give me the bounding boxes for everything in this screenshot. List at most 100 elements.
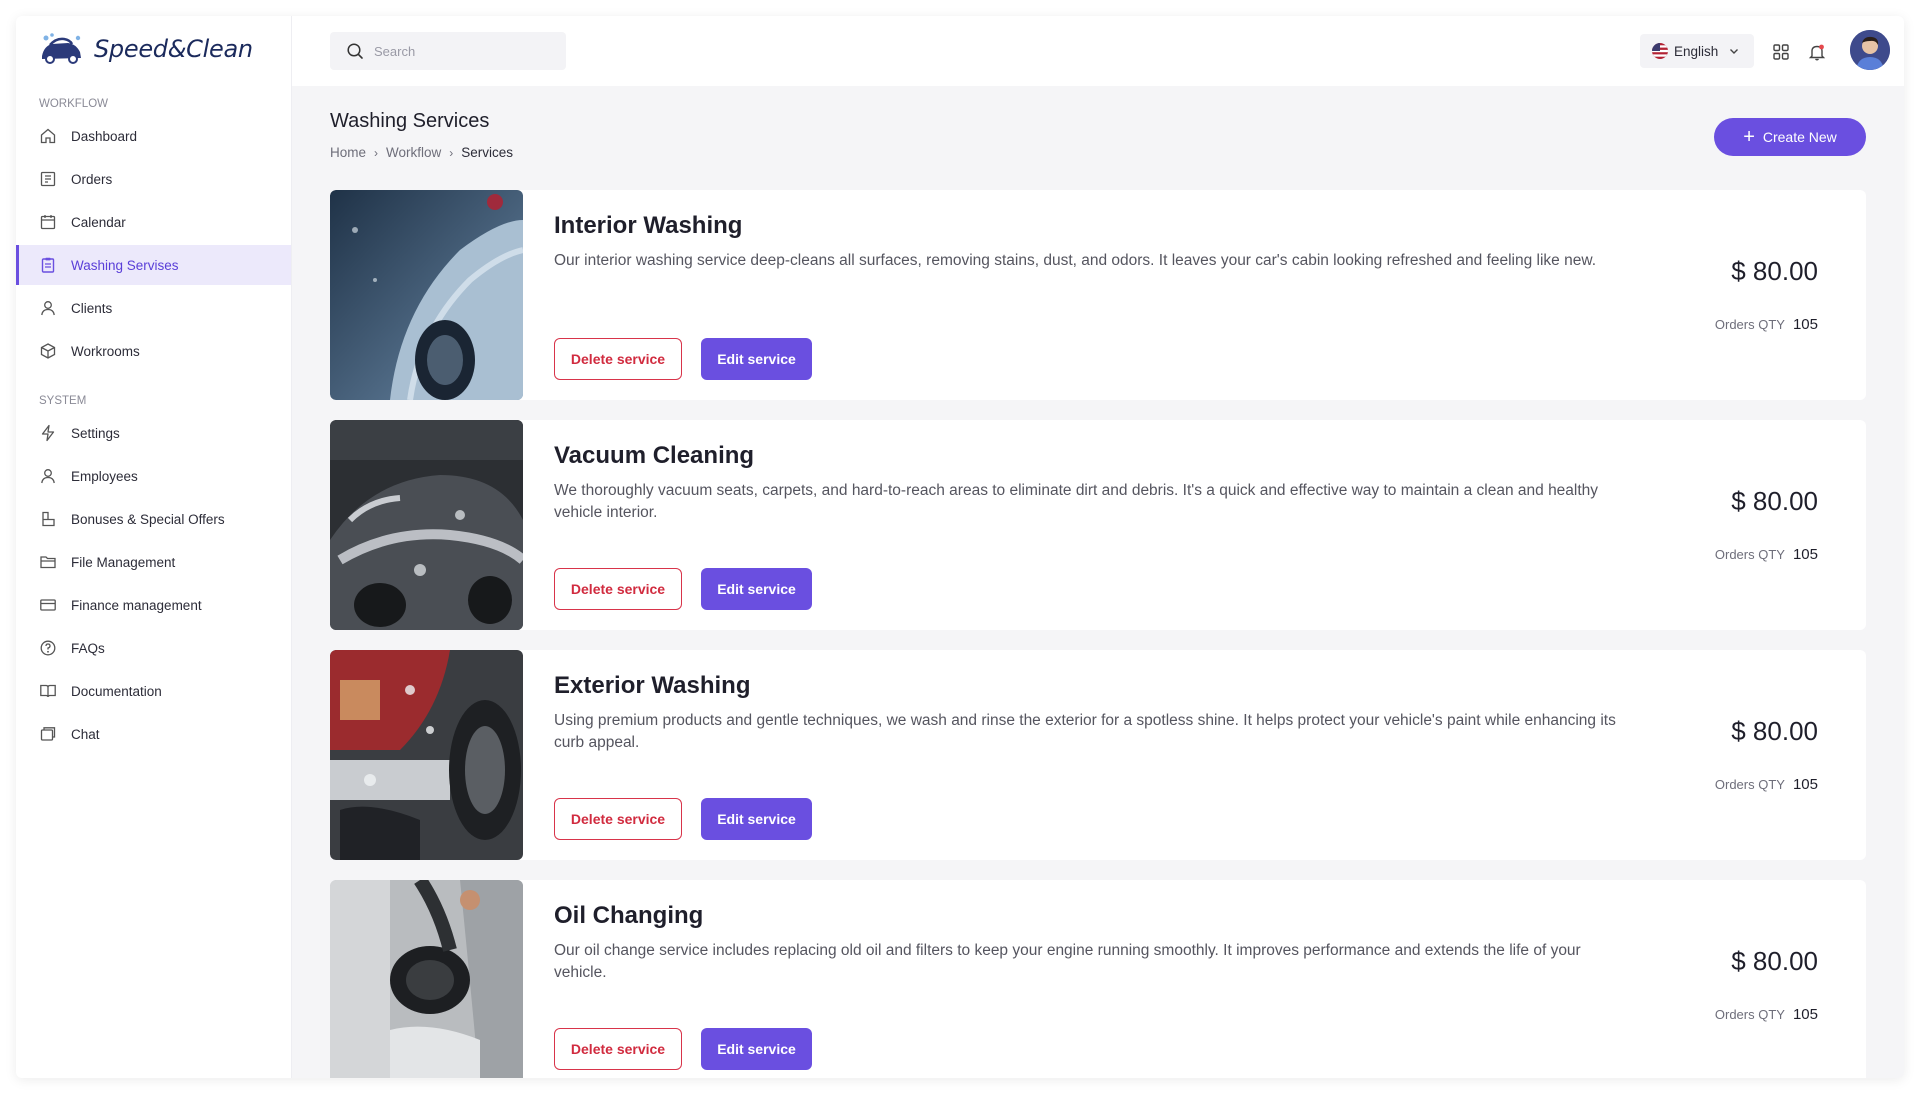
breadcrumb-workflow[interactable]: Workflow [386, 145, 441, 160]
sidebar-item-settings[interactable]: Settings [16, 413, 291, 453]
orders-qty-label: Orders QTY [1714, 777, 1785, 792]
workflow-nav: Dashboard Orders Calendar Washing Servis… [16, 116, 291, 371]
service-image-vacuum-cleaning [330, 420, 523, 630]
system-nav: Settings Employees Bonuses & Special Off… [16, 413, 291, 754]
gift-icon [39, 510, 57, 528]
breadcrumb-current: Services [461, 145, 514, 160]
service-title: Interior Washing [554, 212, 743, 239]
search-input[interactable] [374, 43, 544, 59]
service-card: Oil Changing Our oil change service incl… [330, 880, 1866, 1078]
sidebar-item-workrooms[interactable]: Workrooms [16, 331, 291, 371]
sidebar-item-label: Washing Servises [71, 257, 179, 273]
sidebar: Speed&Clean WORKFLOW Dashboard Orders Ca… [16, 16, 292, 1078]
cube-icon [39, 342, 57, 360]
sidebar-item-label: Finance management [71, 597, 202, 613]
sidebar-item-dashboard[interactable]: Dashboard [16, 116, 291, 156]
sidebar-item-label: Documentation [71, 683, 162, 699]
sidebar-item-label: Dashboard [71, 128, 138, 144]
create-new-label: Create New [1762, 129, 1837, 145]
sidebar-item-chat[interactable]: Chat [16, 714, 291, 754]
service-title: Vacuum Cleaning [554, 442, 755, 469]
brand-logo[interactable]: Speed&Clean [16, 16, 291, 82]
edit-service-button[interactable]: Edit service [701, 798, 812, 840]
language-select[interactable]: English [1640, 34, 1754, 68]
plus-icon: + [1743, 126, 1755, 148]
brand-name: Speed&Clean [94, 35, 253, 63]
sidebar-item-washing-services[interactable]: Washing Servises [16, 245, 291, 285]
breadcrumb-home[interactable]: Home [330, 145, 366, 160]
notification-bell-icon[interactable] [1807, 42, 1827, 62]
page-title: Washing Services [330, 110, 490, 132]
sidebar-item-documentation[interactable]: Documentation [16, 671, 291, 711]
language-label: English [1674, 43, 1719, 59]
service-description: We thoroughly vacuum seats, carpets, and… [554, 482, 1599, 521]
delete-service-button[interactable]: Delete service [554, 338, 682, 380]
chat-icon [39, 725, 57, 743]
chevron-right-icon: › [449, 145, 454, 160]
service-card: Exterior Washing Using premium products … [330, 650, 1866, 860]
sidebar-item-faqs[interactable]: FAQs [16, 628, 291, 668]
chevron-right-icon: › [374, 145, 379, 160]
sidebar-item-label: Orders [71, 171, 113, 187]
sidebar-item-label: File Management [71, 554, 176, 570]
edit-service-button[interactable]: Edit service [701, 338, 812, 380]
sidebar-item-label: FAQs [71, 640, 105, 656]
service-description: Our oil change service includes replacin… [554, 942, 1581, 981]
help-icon [39, 639, 57, 657]
service-card: Interior Washing Our interior washing se… [330, 190, 1866, 400]
create-new-button[interactable]: + Create New [1714, 118, 1866, 156]
card-icon [39, 596, 57, 614]
orders-qty: Orders QTY 105 [1715, 546, 1818, 563]
user-icon [39, 467, 57, 485]
search-icon [347, 43, 363, 59]
service-card: Vacuum Cleaning We thoroughly vacuum sea… [330, 420, 1866, 630]
topbar: English [292, 16, 1904, 86]
orders-qty-value: 105 [1792, 1006, 1818, 1023]
sidebar-item-orders[interactable]: Orders [16, 159, 291, 199]
sidebar-item-calendar[interactable]: Calendar [16, 202, 291, 242]
folder-icon [39, 553, 57, 571]
sidebar-item-file-management[interactable]: File Management [16, 542, 291, 582]
service-price: $ 80.00 [1731, 256, 1818, 286]
sidebar-item-clients[interactable]: Clients [16, 288, 291, 328]
edit-service-button[interactable]: Edit service [701, 1028, 812, 1070]
service-description: Using premium products and gentle techni… [554, 712, 1616, 751]
system-section-title: SYSTEM [39, 395, 87, 407]
search-box[interactable] [330, 32, 566, 70]
orders-qty-label: Orders QTY [1714, 1007, 1785, 1022]
workflow-section-title: WORKFLOW [39, 98, 108, 110]
calendar-icon [39, 213, 57, 231]
us-flag-icon [1652, 43, 1668, 59]
user-avatar[interactable] [1850, 30, 1890, 70]
book-icon [39, 682, 57, 700]
orders-qty-value: 105 [1792, 546, 1818, 563]
sidebar-item-employees[interactable]: Employees [16, 456, 291, 496]
orders-qty: Orders QTY 105 [1715, 316, 1818, 333]
sidebar-item-finance[interactable]: Finance management [16, 585, 291, 625]
sidebar-item-label: Employees [71, 468, 138, 484]
delete-service-button[interactable]: Delete service [554, 1028, 682, 1070]
service-image-interior-washing [330, 190, 523, 400]
orders-qty-value: 105 [1792, 776, 1818, 793]
service-image-exterior-washing [330, 650, 523, 860]
home-icon [39, 127, 57, 145]
delete-service-button[interactable]: Delete service [554, 568, 682, 610]
sidebar-item-label: Bonuses & Special Offers [71, 511, 225, 527]
chevron-down-icon [1730, 49, 1739, 54]
sidebar-item-label: Settings [71, 425, 120, 441]
service-description: Our interior washing service deep-cleans… [554, 252, 1596, 269]
sidebar-item-label: Chat [71, 726, 100, 742]
sidebar-item-label: Workrooms [71, 343, 140, 359]
service-price: $ 80.00 [1731, 716, 1818, 746]
edit-service-button[interactable]: Edit service [701, 568, 812, 610]
sidebar-item-bonuses[interactable]: Bonuses & Special Offers [16, 499, 291, 539]
orders-qty-label: Orders QTY [1714, 317, 1785, 332]
orders-qty-label: Orders QTY [1714, 547, 1785, 562]
app-window: Speed&Clean WORKFLOW Dashboard Orders Ca… [16, 16, 1904, 1078]
orders-qty-value: 105 [1792, 316, 1818, 333]
orders-icon [39, 170, 57, 188]
orders-qty: Orders QTY 105 [1715, 1006, 1818, 1023]
apps-grid-icon[interactable] [1771, 42, 1791, 62]
sidebar-item-label: Calendar [71, 214, 126, 230]
delete-service-button[interactable]: Delete service [554, 798, 682, 840]
